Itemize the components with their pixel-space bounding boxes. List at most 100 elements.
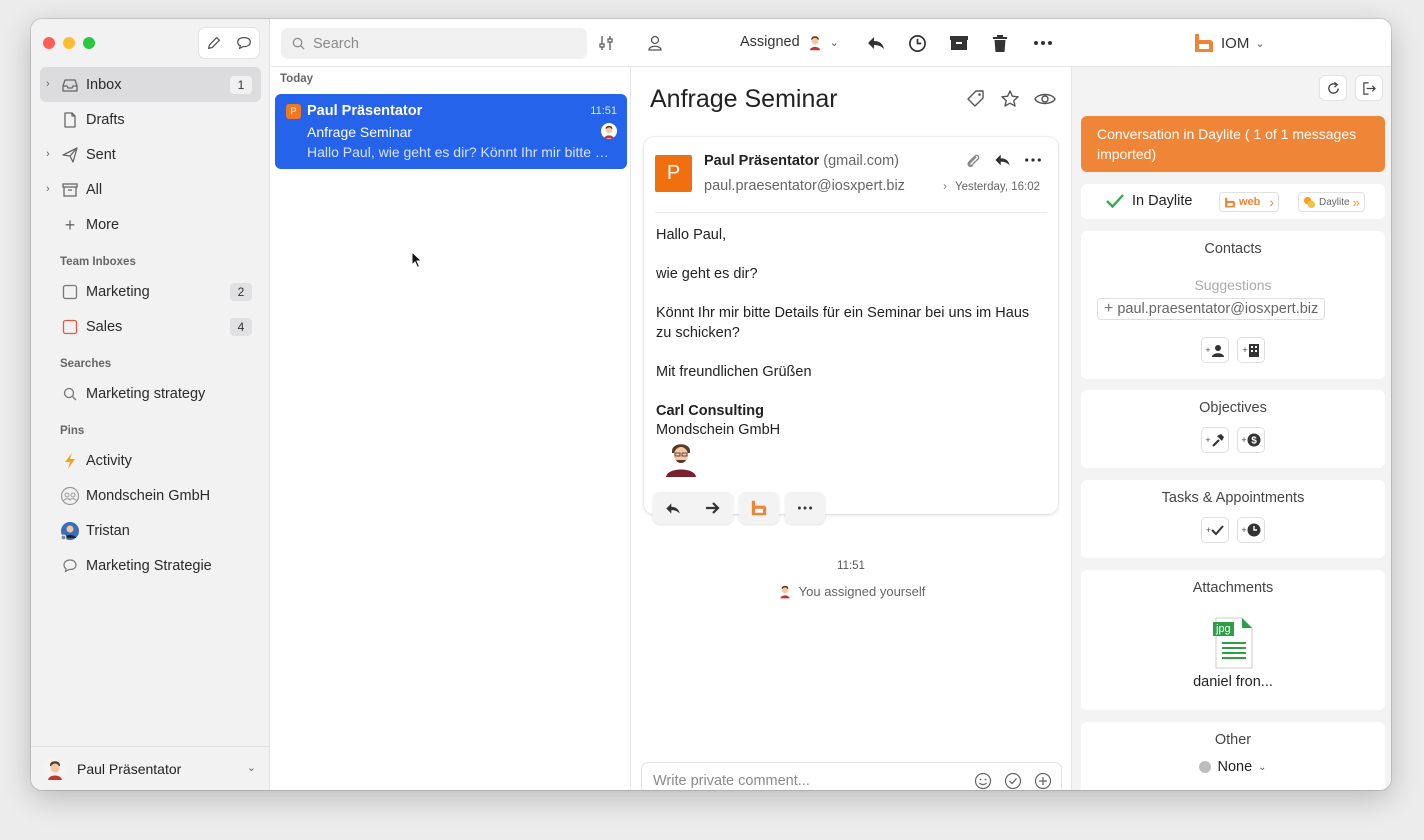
sidebar-item-all[interactable]: › All bbox=[40, 172, 261, 207]
add-circle-icon[interactable] bbox=[1034, 772, 1052, 790]
reply-icon bbox=[666, 503, 680, 513]
clock-icon[interactable] bbox=[907, 33, 927, 53]
sidebar-item-mondschein[interactable]: Mondschein GmbH bbox=[40, 478, 261, 513]
add-appointment-button[interactable]: + bbox=[1237, 517, 1265, 543]
open-in-web-button[interactable]: web › bbox=[1219, 192, 1280, 212]
tag-icon[interactable] bbox=[966, 89, 986, 109]
search-input[interactable]: Search bbox=[281, 28, 587, 59]
reply-icon[interactable] bbox=[993, 152, 1012, 168]
chat-bubble-icon bbox=[60, 556, 80, 576]
logout-button[interactable] bbox=[1355, 75, 1383, 101]
private-comment-input[interactable]: Write private comment... bbox=[641, 762, 1062, 790]
eye-icon[interactable] bbox=[1034, 89, 1056, 109]
chat-bubble-icon[interactable] bbox=[235, 34, 253, 52]
sidebar-item-marketing-strategie[interactable]: Marketing Strategie bbox=[40, 548, 261, 583]
emoji-icon[interactable] bbox=[974, 772, 992, 790]
email-sender: Paul Präsentator (gmail.com) bbox=[704, 153, 899, 169]
objective-add-buttons: + + $ bbox=[1081, 427, 1385, 453]
contacts-heading: Contacts bbox=[1204, 241, 1262, 257]
reply-button[interactable] bbox=[653, 492, 693, 524]
add-task-button[interactable]: + bbox=[1201, 517, 1229, 543]
logout-icon bbox=[1362, 81, 1376, 95]
pencil-icon[interactable] bbox=[205, 34, 223, 52]
objectives-section: Objectives + + $ bbox=[1081, 390, 1385, 468]
sidebar-nav: › Inbox 1 Drafts › Sent › All + More Tea… bbox=[40, 67, 261, 583]
square-icon bbox=[60, 282, 80, 302]
status-dot-icon bbox=[1199, 761, 1212, 773]
conversation-view: Anfrage Seminar P Paul Präsentator (gmai… bbox=[632, 67, 1070, 790]
forward-button[interactable] bbox=[693, 492, 733, 524]
plus-icon: + bbox=[1104, 300, 1114, 317]
open-in-daylite-button[interactable]: Daylite » bbox=[1298, 192, 1365, 212]
plus-icon: + bbox=[64, 214, 76, 235]
section-heading-pins: Pins bbox=[60, 425, 85, 437]
paperclip-icon[interactable] bbox=[965, 152, 981, 170]
daylite-import-banner: Conversation in Daylite ( 1 of 1 message… bbox=[1081, 116, 1385, 172]
message-list: Today P Paul Präsentator 11:51 Anfrage S… bbox=[271, 67, 631, 790]
sidebar-item-label: All bbox=[86, 181, 103, 198]
avatar bbox=[779, 585, 790, 599]
add-person-button[interactable]: + bbox=[1201, 337, 1229, 363]
double-chevron-icon: » bbox=[1352, 194, 1360, 210]
sender-address[interactable]: paul.praesentator@iosxpert.biz bbox=[704, 178, 905, 194]
iom-button[interactable] bbox=[739, 492, 779, 524]
sidebar-item-sent[interactable]: › Sent bbox=[40, 137, 261, 172]
archive-box-icon[interactable] bbox=[949, 33, 969, 53]
sidebar-item-more[interactable]: + More bbox=[40, 207, 261, 242]
sidebar-item-marketing-strategy[interactable]: Marketing strategy bbox=[40, 376, 261, 411]
other-value: None bbox=[1217, 759, 1253, 775]
message-preview: Hallo Paul, wie geht es dir? Könnt Ihr m… bbox=[307, 144, 617, 160]
more-horizontal-icon[interactable] bbox=[1033, 33, 1053, 53]
assigned-dropdown[interactable]: Assigned ⌄ bbox=[740, 33, 839, 51]
check-circle-icon[interactable] bbox=[1004, 772, 1022, 790]
sidebar-item-inbox[interactable]: › Inbox 1 bbox=[40, 67, 261, 102]
star-icon[interactable] bbox=[1000, 89, 1020, 109]
add-company-button[interactable]: + bbox=[1237, 337, 1265, 363]
chevron-down-icon[interactable]: ⌄ bbox=[247, 761, 256, 774]
chevron-right-icon[interactable]: › bbox=[46, 183, 56, 195]
refresh-button[interactable] bbox=[1319, 75, 1347, 101]
email-message: P Paul Präsentator (gmail.com) paul.prae… bbox=[644, 137, 1058, 524]
minimize-window-button[interactable] bbox=[63, 37, 75, 49]
signature-company: Mondschein GmbH bbox=[656, 422, 781, 438]
zoom-window-button[interactable] bbox=[83, 37, 95, 49]
inbox-icon bbox=[60, 75, 80, 95]
add-project-button[interactable]: + bbox=[1201, 427, 1229, 453]
more-actions-button[interactable] bbox=[785, 492, 825, 524]
sender-name: Paul Präsentator bbox=[704, 153, 820, 169]
sidebar-item-label: Sent bbox=[86, 146, 116, 163]
email-actions bbox=[653, 492, 825, 524]
app-window: › Inbox 1 Drafts › Sent › All + More Tea… bbox=[31, 19, 1391, 790]
panel-toolbar bbox=[1319, 75, 1383, 101]
file-extension-label: jpg bbox=[1213, 622, 1234, 636]
sidebar-item-label: Inbox bbox=[86, 76, 122, 93]
close-window-button[interactable] bbox=[43, 37, 55, 49]
sender-initial-badge: P bbox=[286, 104, 301, 119]
trash-icon[interactable] bbox=[990, 33, 1010, 53]
attachment-item[interactable]: jpg daniel fron... bbox=[1081, 614, 1385, 690]
suggestion-chip[interactable]: + paul.praesentator@iosxpert.biz bbox=[1097, 298, 1326, 320]
sidebar-item-drafts[interactable]: Drafts bbox=[40, 102, 261, 137]
filter-sliders-icon[interactable] bbox=[596, 33, 616, 53]
current-user-menu[interactable]: Paul Präsentator ⌄ bbox=[31, 746, 270, 790]
chevron-right-icon[interactable]: › bbox=[46, 148, 56, 160]
sidebar-item-activity[interactable]: Activity bbox=[40, 443, 261, 478]
in-daylite-row: In Daylite web › Daylite » bbox=[1081, 184, 1385, 219]
more-horizontal-icon[interactable] bbox=[1024, 152, 1042, 168]
sidebar-item-marketing[interactable]: Marketing 2 bbox=[40, 274, 261, 309]
person-icon[interactable] bbox=[645, 33, 665, 53]
reply-icon[interactable] bbox=[866, 33, 886, 53]
account-switcher[interactable]: IOM ⌄ bbox=[1193, 33, 1265, 53]
other-status-dropdown[interactable]: None ⌄ bbox=[1081, 759, 1385, 775]
refresh-icon bbox=[1327, 81, 1339, 94]
sidebar-item-sales[interactable]: Sales 4 bbox=[40, 309, 261, 344]
chevron-right-icon[interactable]: › bbox=[46, 78, 56, 90]
search-icon bbox=[292, 37, 305, 50]
other-heading: Other bbox=[1214, 732, 1252, 748]
sidebar-item-label: Marketing bbox=[86, 283, 150, 300]
building-icon bbox=[1248, 344, 1259, 357]
list-item[interactable]: P Paul Präsentator 11:51 Anfrage Seminar… bbox=[275, 94, 627, 169]
add-opportunity-button[interactable]: + $ bbox=[1237, 427, 1265, 453]
sidebar-item-tristan[interactable]: Tristan bbox=[40, 513, 261, 548]
chevron-right-icon[interactable]: › bbox=[943, 181, 947, 193]
